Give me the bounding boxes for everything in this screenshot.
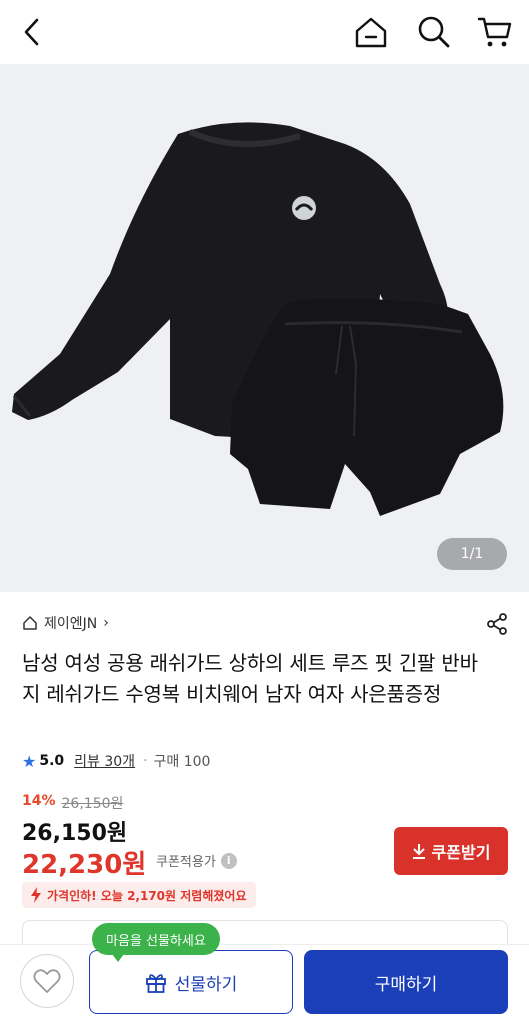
heart-icon: [33, 969, 61, 993]
store-name: 제이엔JN: [44, 616, 98, 632]
home-button[interactable]: [351, 12, 391, 52]
store-link[interactable]: 제이엔JN ›: [22, 612, 109, 634]
wishlist-button[interactable]: [20, 954, 74, 1008]
rashguard-set-image: [12, 122, 504, 516]
search-icon: [418, 16, 450, 48]
chevron-left-icon: [24, 18, 39, 46]
coupon-price: 22,230원: [22, 850, 147, 880]
separator-dot: ·: [143, 753, 148, 769]
download-icon: [412, 844, 425, 859]
star-icon: ★: [22, 751, 37, 771]
discount-rate: 14%: [22, 793, 56, 809]
back-button[interactable]: [14, 14, 50, 50]
lightning-icon: [31, 887, 41, 903]
chevron-right-icon: ›: [103, 615, 109, 631]
cart-button[interactable]: [475, 12, 515, 52]
rating-score: 5.0: [39, 753, 65, 769]
coupon-note[interactable]: 쿠폰적용가 i: [156, 851, 237, 870]
gift-icon: [145, 974, 166, 993]
coupon-button-label: 쿠폰받기: [431, 845, 491, 862]
reviews-link[interactable]: 리뷰 30개: [74, 751, 135, 771]
discount-row: 14% 26,150원: [22, 793, 123, 813]
original-price: 26,150원: [61, 796, 124, 812]
share-button[interactable]: [484, 611, 510, 637]
coupon-download-button[interactable]: 쿠폰받기: [394, 827, 508, 875]
price-drop-text: 가격인하! 오늘 2,170원 저렴해졌어요: [47, 888, 247, 903]
purchase-count: 구매 100: [153, 754, 211, 770]
cart-icon: [477, 17, 512, 47]
gift-tooltip-text: 마음을 선물하세요: [106, 933, 206, 949]
gift-button-label: 선물하기: [174, 974, 238, 994]
product-image[interactable]: [0, 64, 529, 592]
search-button[interactable]: [414, 12, 454, 52]
rating-row: ★ 5.0 리뷰 30개 · 구매 100: [22, 750, 210, 772]
tooltip-tail: [112, 954, 124, 962]
product-title: 남성 여성 공용 래쉬가드 상하의 세트 루즈 핏 긴팔 반바지 레쉬가드 수영…: [22, 651, 478, 706]
share-icon: [487, 613, 507, 635]
top-bar: [0, 0, 529, 64]
store-home-icon: [23, 616, 37, 630]
buy-button[interactable]: 구매하기: [304, 950, 508, 1014]
info-icon: i: [220, 852, 237, 869]
gift-tooltip: 마음을 선물하세요: [92, 923, 220, 962]
price-drop-badge: 가격인하! 오늘 2,170원 저렴해졌어요: [22, 882, 257, 908]
home-icon: [355, 17, 387, 48]
image-counter: 1/1: [437, 538, 507, 570]
sale-price: 26,150원: [22, 821, 128, 846]
coupon-note-label: 쿠폰적용가: [156, 855, 216, 870]
